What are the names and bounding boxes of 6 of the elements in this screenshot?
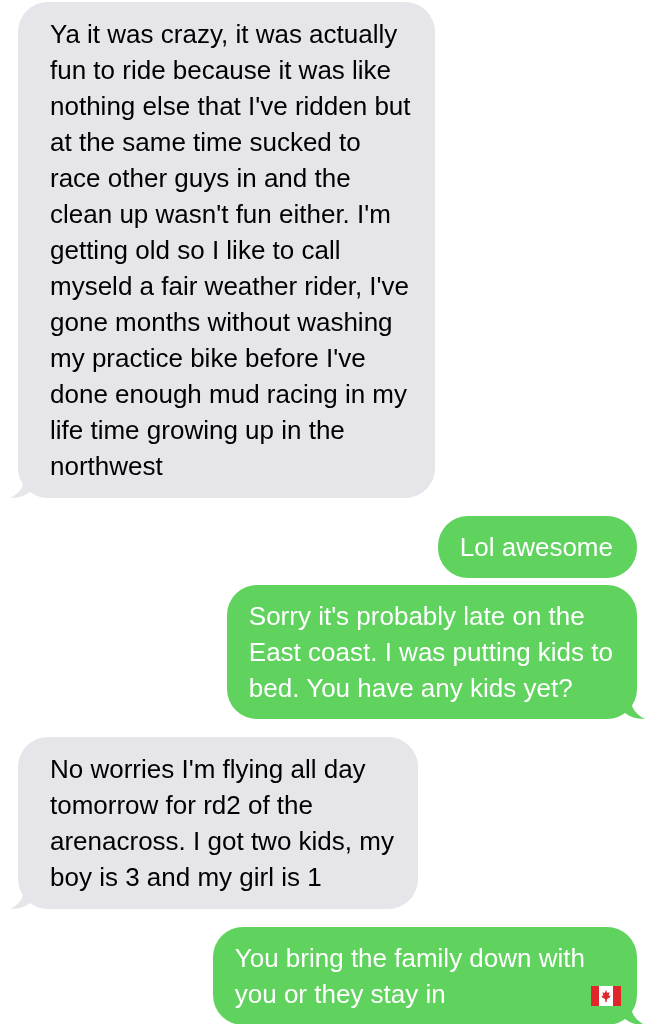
message-text: No worries I'm flying all day tomorrow for rd2 of the arenacross. I got two kids, my boy is 3 and my girl is 1 bbox=[50, 753, 394, 894]
message-text: Ya it was crazy, it was actually fun to ride because it was like nothing else that I've ridden but at the same time sucked to race other guys in and the clean up wasn't fun either. I'm getting old so I like to call myseld a fair weather rider, I've gone months without washing my practice bike before I've done enough mud racing in my life time growing up in the northwest bbox=[50, 18, 411, 483]
message-text: Sorry it's probably late on the East coast. I was putting kids to bed. You have any kids yet? bbox=[248, 600, 613, 705]
message-text: You bring the family down with you or they stay in bbox=[234, 942, 585, 1011]
message-text: Lol awesome bbox=[459, 531, 613, 564]
flag-icon bbox=[591, 986, 621, 1006]
